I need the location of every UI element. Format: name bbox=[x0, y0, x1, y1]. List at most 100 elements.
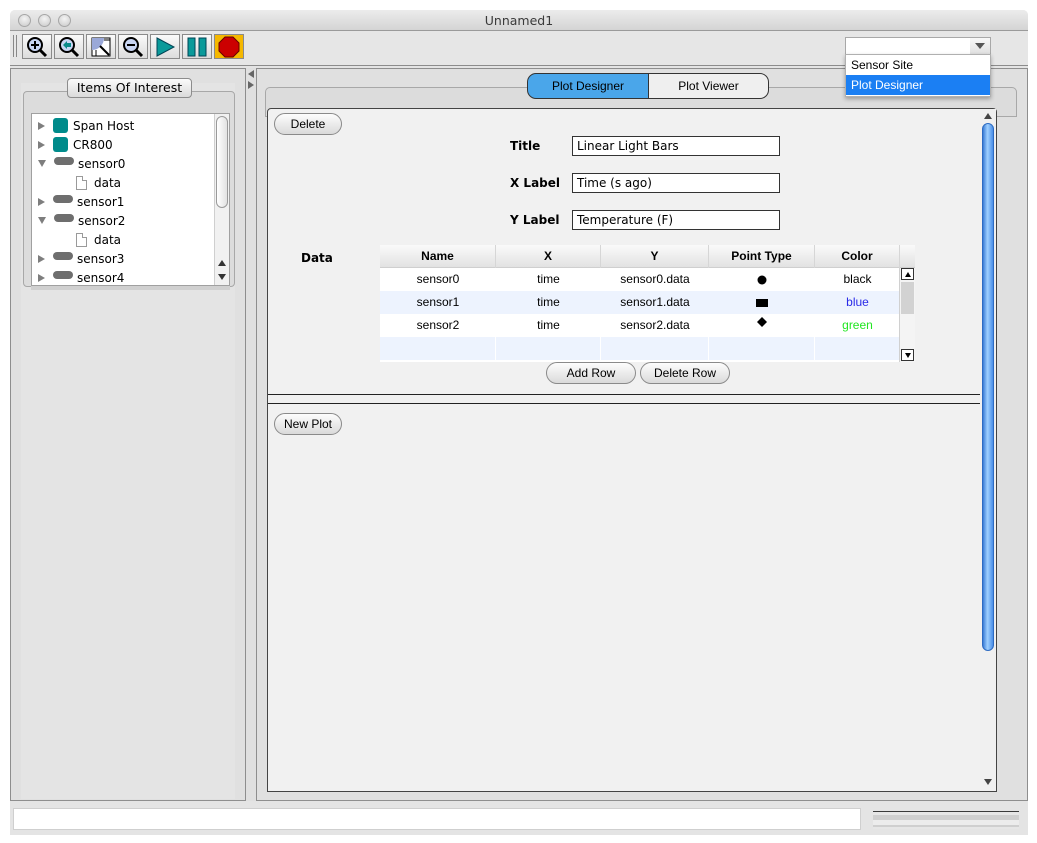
scroll-up-arrow-icon[interactable] bbox=[901, 268, 914, 280]
split-pane-divider[interactable] bbox=[246, 68, 256, 801]
y-label-label: Y Label bbox=[510, 213, 560, 227]
close-window-button[interactable] bbox=[18, 14, 31, 27]
zoom-in-button[interactable] bbox=[22, 34, 52, 59]
pause-button[interactable] bbox=[182, 34, 212, 59]
cell-y[interactable]: sensor1.data bbox=[601, 291, 709, 314]
column-header-x[interactable]: X bbox=[496, 245, 601, 268]
table-header: Name X Y Point Type Color bbox=[380, 245, 915, 268]
table-row[interactable]: sensor1 time sensor1.data blue bbox=[380, 291, 899, 314]
zoom-back-button[interactable] bbox=[54, 34, 84, 59]
tree-item-sensor2-data[interactable]: data bbox=[76, 230, 121, 249]
cell-color[interactable]: green bbox=[815, 314, 900, 337]
left-panel: Items Of Interest Span Host CR800 sensor… bbox=[10, 68, 246, 801]
zoom-window-button[interactable] bbox=[58, 14, 71, 27]
cell-x[interactable]: time bbox=[496, 314, 601, 337]
tree-item-sensor0-data[interactable]: data bbox=[76, 173, 121, 192]
tree-scroll-thumb[interactable] bbox=[216, 116, 228, 208]
delete-button[interactable]: Delete bbox=[274, 113, 342, 135]
cell-name[interactable] bbox=[380, 337, 496, 360]
zoom-fit-icon bbox=[91, 37, 111, 56]
cell-point-type[interactable] bbox=[709, 314, 815, 337]
scroll-up-arrow-icon[interactable] bbox=[216, 257, 228, 269]
cell-name[interactable]: sensor0 bbox=[380, 268, 496, 291]
cell-x[interactable]: time bbox=[496, 291, 601, 314]
play-button[interactable] bbox=[150, 34, 180, 59]
diamond-point-icon bbox=[757, 317, 767, 327]
column-header-color[interactable]: Color bbox=[815, 245, 900, 268]
tree-item-sensor1[interactable]: sensor1 bbox=[38, 192, 124, 211]
tree-scrollbar[interactable] bbox=[214, 114, 229, 285]
cell-point-type[interactable] bbox=[709, 337, 815, 360]
dropdown-option-sensor-site[interactable]: Sensor Site bbox=[846, 55, 990, 75]
scroll-down-arrow-icon[interactable] bbox=[216, 271, 228, 283]
scroll-down-arrow-icon[interactable] bbox=[901, 349, 914, 361]
cell-name[interactable]: sensor1 bbox=[380, 291, 496, 314]
app-window: Unnamed1 Sensor Site Plot Designer Items… bbox=[10, 10, 1028, 835]
collapse-left-arrow-icon[interactable] bbox=[248, 70, 254, 78]
scroll-up-arrow-icon[interactable] bbox=[983, 111, 993, 121]
minimize-window-button[interactable] bbox=[38, 14, 51, 27]
main-scrollbar[interactable] bbox=[980, 109, 996, 791]
scroll-down-arrow-icon[interactable] bbox=[983, 777, 993, 787]
expand-arrow-icon[interactable] bbox=[38, 254, 45, 263]
table-row-empty[interactable] bbox=[380, 337, 900, 360]
expand-right-arrow-icon[interactable] bbox=[248, 81, 254, 89]
right-panel: Plot Designer Plot Viewer Delete Title L… bbox=[256, 68, 1028, 801]
series-table: Name X Y Point Type Color sensor0 time s… bbox=[380, 245, 915, 362]
main-scroll-thumb[interactable] bbox=[982, 123, 994, 651]
y-label-input[interactable]: Temperature (F) bbox=[572, 210, 780, 230]
cell-color[interactable]: black bbox=[815, 268, 900, 291]
x-label-input[interactable]: Time (s ago) bbox=[572, 173, 780, 193]
chevron-down-icon[interactable] bbox=[970, 38, 990, 54]
table-scroll-thumb[interactable] bbox=[901, 282, 914, 314]
tree-item-sensor3[interactable]: sensor3 bbox=[38, 249, 124, 268]
dropdown-option-plot-designer[interactable]: Plot Designer bbox=[846, 75, 990, 95]
toolbar-grip[interactable] bbox=[13, 35, 17, 57]
tree-horizontal-scrollbar[interactable] bbox=[31, 286, 230, 290]
title-input[interactable]: Linear Light Bars bbox=[572, 136, 780, 156]
cell-y[interactable]: sensor2.data bbox=[601, 314, 709, 337]
tree-item-sensor4[interactable]: sensor4 bbox=[38, 268, 124, 285]
collapse-arrow-icon[interactable] bbox=[38, 217, 46, 224]
expand-arrow-icon[interactable] bbox=[38, 273, 45, 282]
cell-point-type[interactable] bbox=[709, 291, 815, 314]
table-row[interactable]: sensor0 time sensor0.data black bbox=[380, 268, 899, 291]
items-of-interest-title: Items Of Interest bbox=[67, 78, 192, 98]
tree-item-cr800[interactable]: CR800 bbox=[38, 135, 113, 154]
expand-arrow-icon[interactable] bbox=[38, 197, 45, 206]
expand-arrow-icon[interactable] bbox=[38, 140, 45, 149]
stop-button[interactable] bbox=[214, 34, 244, 59]
view-combo-dropdown: Sensor Site Plot Designer bbox=[845, 54, 991, 97]
table-row[interactable]: sensor2 time sensor2.data green bbox=[380, 314, 899, 337]
delete-row-button[interactable]: Delete Row bbox=[640, 362, 730, 384]
cell-x[interactable] bbox=[496, 337, 601, 360]
zoom-back-icon bbox=[59, 36, 80, 57]
cell-point-type[interactable] bbox=[709, 268, 815, 291]
expand-arrow-icon[interactable] bbox=[38, 121, 45, 130]
column-header-name[interactable]: Name bbox=[380, 245, 496, 268]
tree-item-sensor2[interactable]: sensor2 bbox=[38, 211, 125, 230]
collapse-arrow-icon[interactable] bbox=[38, 160, 46, 167]
zoom-out-button[interactable] bbox=[118, 34, 148, 59]
items-tree[interactable]: Span Host CR800 sensor0 data sensor1 sen… bbox=[31, 113, 230, 286]
cell-color[interactable] bbox=[815, 337, 900, 360]
pause-icon bbox=[187, 37, 207, 56]
column-header-y[interactable]: Y bbox=[601, 245, 709, 268]
new-plot-button[interactable]: New Plot bbox=[274, 413, 342, 435]
progress-indicator bbox=[873, 811, 1019, 829]
cell-color[interactable]: blue bbox=[815, 291, 900, 314]
cell-name[interactable]: sensor2 bbox=[380, 314, 496, 337]
tree-item-span-host[interactable]: Span Host bbox=[38, 116, 134, 135]
tree-item-sensor0[interactable]: sensor0 bbox=[38, 154, 125, 173]
cell-x[interactable]: time bbox=[496, 268, 601, 291]
table-scrollbar[interactable] bbox=[899, 268, 915, 362]
tab-plot-viewer[interactable]: Plot Viewer bbox=[648, 73, 769, 99]
cell-y[interactable] bbox=[601, 337, 709, 360]
column-header-point-type[interactable]: Point Type bbox=[709, 245, 815, 268]
tab-plot-designer[interactable]: Plot Designer bbox=[527, 73, 649, 99]
x-label-label: X Label bbox=[510, 176, 561, 190]
zoom-fit-button[interactable] bbox=[86, 34, 116, 59]
cell-y[interactable]: sensor0.data bbox=[601, 268, 709, 291]
add-row-button[interactable]: Add Row bbox=[546, 362, 636, 384]
view-combo-box[interactable] bbox=[845, 37, 991, 55]
